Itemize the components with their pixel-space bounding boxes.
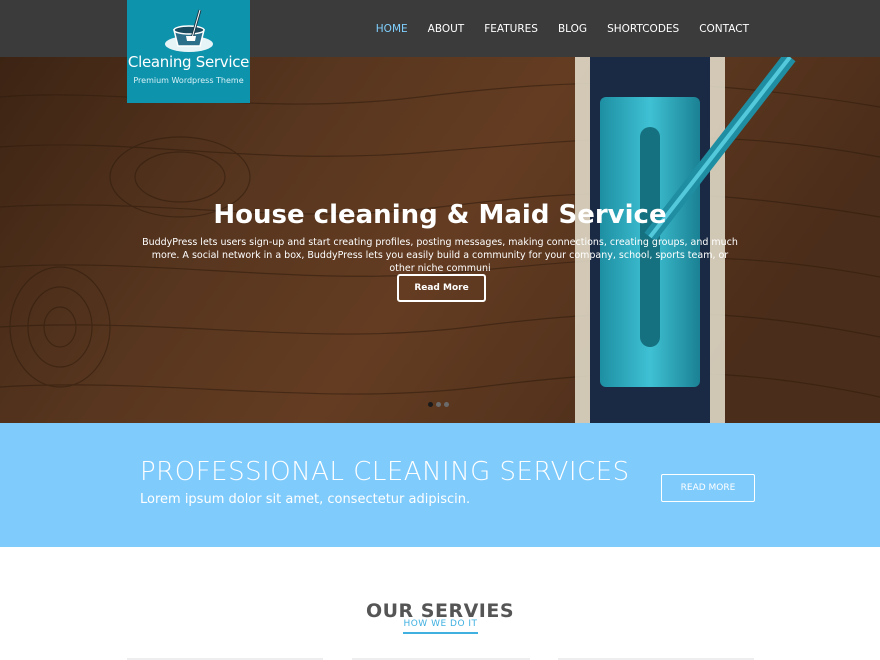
- services-subtitle: HOW WE DO IT: [403, 619, 478, 634]
- slider-pagination: [428, 402, 449, 407]
- cta-banner: PROFESSIONAL CLEANING SERVICES Lorem ips…: [0, 423, 880, 547]
- cta-title: PROFESSIONAL CLEANING SERVICES: [140, 457, 630, 487]
- logo-tagline: Premium Wordpress Theme: [133, 76, 244, 85]
- hero-title: House cleaning & Maid Service: [213, 200, 667, 231]
- cta-subtitle: Lorem ipsum dolor sit amet, consectetur …: [140, 492, 471, 507]
- nav-blog[interactable]: BLOG: [558, 23, 587, 35]
- site-logo[interactable]: Cleaning Service Premium Wordpress Theme: [127, 0, 250, 103]
- nav-about[interactable]: ABOUT: [428, 23, 465, 35]
- nav-shortcodes[interactable]: SHORTCODES: [607, 23, 679, 35]
- hero-slider: House cleaning & Maid Service BuddyPress…: [0, 57, 880, 423]
- nav-features[interactable]: FEATURES: [484, 23, 538, 35]
- main-nav: HOME ABOUT FEATURES BLOG SHORTCODES CONT…: [376, 0, 749, 57]
- cta-read-more-button[interactable]: READ MORE: [661, 474, 755, 502]
- nav-contact[interactable]: CONTACT: [699, 23, 749, 35]
- slider-dot-2[interactable]: [436, 402, 441, 407]
- mop-bucket-icon: [165, 9, 213, 52]
- hero-read-more-button[interactable]: Read More: [397, 274, 486, 302]
- logo-title: Cleaning Service: [127, 53, 250, 71]
- hero-description: BuddyPress lets users sign-up and start …: [142, 236, 738, 274]
- slider-dot-1[interactable]: [428, 402, 433, 407]
- slider-dot-3[interactable]: [444, 402, 449, 407]
- nav-home[interactable]: HOME: [376, 23, 408, 35]
